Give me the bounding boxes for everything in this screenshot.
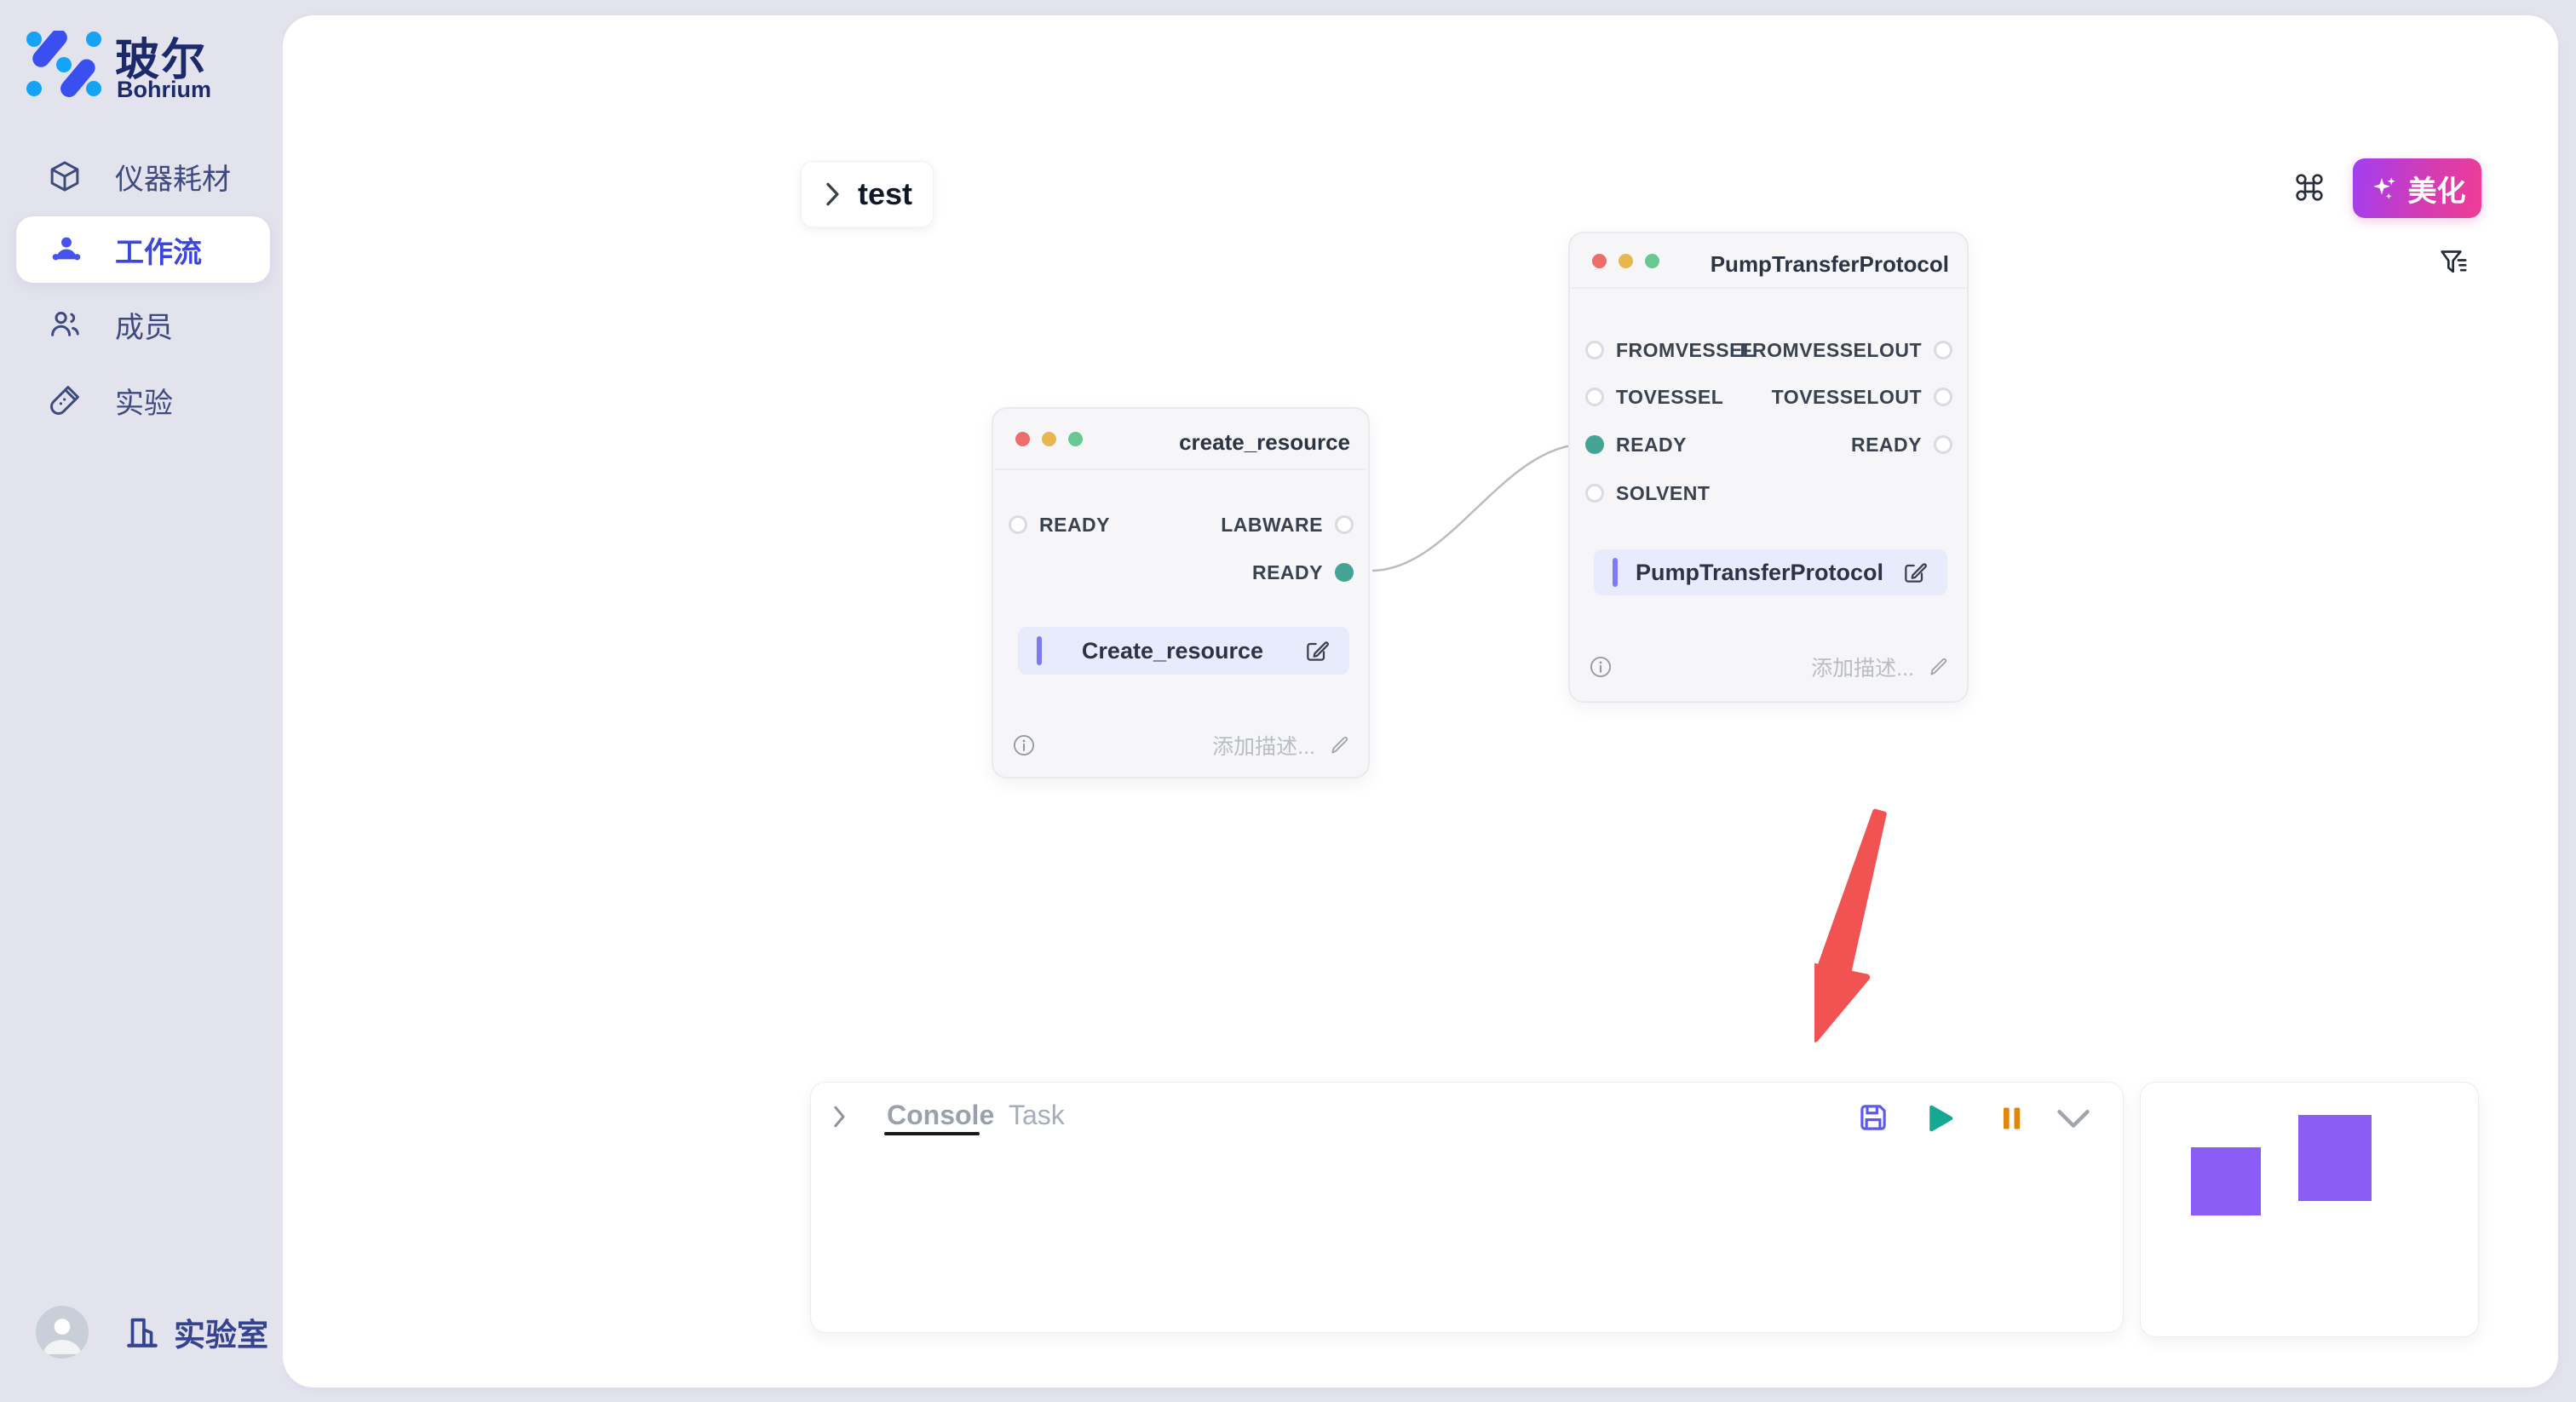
node-header-divider <box>1572 287 1965 289</box>
port-ready-out[interactable]: READY <box>1252 560 1354 584</box>
breadcrumb-label: test <box>858 176 912 212</box>
pencil-icon[interactable] <box>1329 734 1351 756</box>
port-circle[interactable] <box>1009 515 1027 534</box>
node-title: PumpTransferProtocol <box>1711 251 1949 278</box>
lab-label: 实验室 <box>174 1309 268 1355</box>
edit-icon[interactable] <box>1901 559 1929 586</box>
info-icon[interactable] <box>1012 733 1036 757</box>
description-placeholder[interactable]: 添加描述... <box>1811 652 1914 682</box>
node-footer: 添加描述... <box>1570 650 1967 684</box>
sidebar-item-consumables[interactable]: 仪器耗材 <box>0 139 283 214</box>
traffic-dots-icon <box>1592 254 1659 268</box>
sidebar-item-workflow[interactable]: 工作流 <box>16 216 270 283</box>
port-circle[interactable] <box>1585 484 1604 503</box>
description-placeholder[interactable]: 添加描述... <box>1212 730 1315 761</box>
yellow-dot-icon <box>1042 432 1056 446</box>
edit-icon[interactable] <box>1303 637 1331 664</box>
red-dot-icon <box>1015 432 1030 446</box>
sidebar-footer: 实验室 <box>36 1306 268 1359</box>
chevron-down-icon[interactable] <box>2055 1106 2092 1132</box>
bohrium-logo-icon <box>26 31 102 97</box>
test-tube-icon <box>47 382 83 418</box>
person-icon <box>36 1306 89 1359</box>
green-dot-icon <box>1068 432 1083 446</box>
node-pump-transfer-protocol[interactable]: PumpTransferProtocol FROMVESSEL FROMVESS… <box>1568 232 1969 703</box>
annotation-arrow <box>1814 784 2036 1073</box>
filter-icon[interactable] <box>2436 245 2470 279</box>
port-ready-in[interactable]: READY <box>1585 433 1687 457</box>
avatar[interactable] <box>36 1306 89 1359</box>
port-circle[interactable] <box>1585 388 1604 406</box>
chevron-right-icon[interactable] <box>830 1104 848 1129</box>
port-ready-in[interactable]: READY <box>1009 513 1110 537</box>
port-circle[interactable] <box>1585 341 1604 359</box>
edge-create-resource-to-pump <box>1363 426 1601 588</box>
beautify-label: 美化 <box>2408 168 2466 210</box>
sidebar-item-members[interactable]: 成员 <box>0 287 283 362</box>
port-ready-out[interactable]: READY <box>1851 433 1952 457</box>
port-fromvessel-in[interactable]: FROMVESSEL <box>1585 338 1755 362</box>
workflow-users-icon <box>49 232 84 267</box>
port-circle[interactable] <box>1934 435 1952 454</box>
beautify-button[interactable]: 美化 <box>2353 158 2481 218</box>
building-icon <box>123 1313 162 1352</box>
traffic-dots-icon <box>1015 432 1083 446</box>
members-icon <box>47 307 83 342</box>
minimap-node-create-resource <box>2191 1147 2261 1215</box>
green-dot-icon <box>1645 254 1659 268</box>
port-circle-connected[interactable] <box>1585 435 1604 454</box>
port-tovesselout-out[interactable]: TOVESSELOUT <box>1772 385 1952 409</box>
info-icon[interactable] <box>1589 655 1613 679</box>
brand-name-en: Bohrium <box>117 77 211 103</box>
console-panel: Console Task <box>810 1082 2124 1333</box>
node-create-resource[interactable]: create_resource READY LABWARE READY Crea… <box>992 407 1370 779</box>
chevron-right-icon[interactable] <box>822 181 842 207</box>
node-header-divider <box>995 468 1366 470</box>
port-circle-connected[interactable] <box>1335 563 1354 582</box>
node-header: create_resource <box>993 409 1368 469</box>
task-tab[interactable]: Task <box>1009 1100 1065 1131</box>
node-title: create_resource <box>1179 429 1350 456</box>
minimap[interactable] <box>2140 1082 2479 1337</box>
run-play-icon[interactable] <box>1922 1100 1958 1136</box>
sidebar-item-experiment[interactable]: 实验 <box>0 363 283 438</box>
minimap-node-pump-transfer <box>2298 1115 2372 1201</box>
node-header: PumpTransferProtocol <box>1570 233 1967 288</box>
sparkles-icon <box>2369 173 2400 204</box>
console-tab-underline <box>884 1132 980 1135</box>
console-tab[interactable]: Console <box>887 1100 994 1131</box>
port-circle[interactable] <box>1934 341 1952 359</box>
node-action-pill[interactable]: Create_resource <box>1018 627 1349 675</box>
port-circle[interactable] <box>1335 515 1354 534</box>
sidebar: 玻尔 Bohrium 仪器耗材 工作流 成员 <box>0 0 283 1402</box>
port-tovessel-in[interactable]: TOVESSEL <box>1585 385 1723 409</box>
port-fromvesselout-out[interactable]: FROMVESSELOUT <box>1739 338 1952 362</box>
port-circle[interactable] <box>1934 388 1952 406</box>
port-solvent-in[interactable]: SOLVENT <box>1585 481 1710 505</box>
node-footer: 添加描述... <box>993 728 1368 762</box>
node-action-pill[interactable]: PumpTransferProtocol <box>1594 549 1947 595</box>
save-icon[interactable] <box>1855 1100 1891 1135</box>
cube-icon <box>47 158 83 194</box>
pause-icon[interactable] <box>1995 1100 2029 1136</box>
pencil-icon[interactable] <box>1928 656 1950 678</box>
command-layout-icon[interactable] <box>2292 170 2326 204</box>
port-labware-out[interactable]: LABWARE <box>1221 513 1354 537</box>
yellow-dot-icon <box>1619 254 1633 268</box>
red-dot-icon <box>1592 254 1607 268</box>
lab-selector[interactable]: 实验室 <box>123 1309 268 1355</box>
breadcrumb[interactable]: test <box>801 161 934 227</box>
